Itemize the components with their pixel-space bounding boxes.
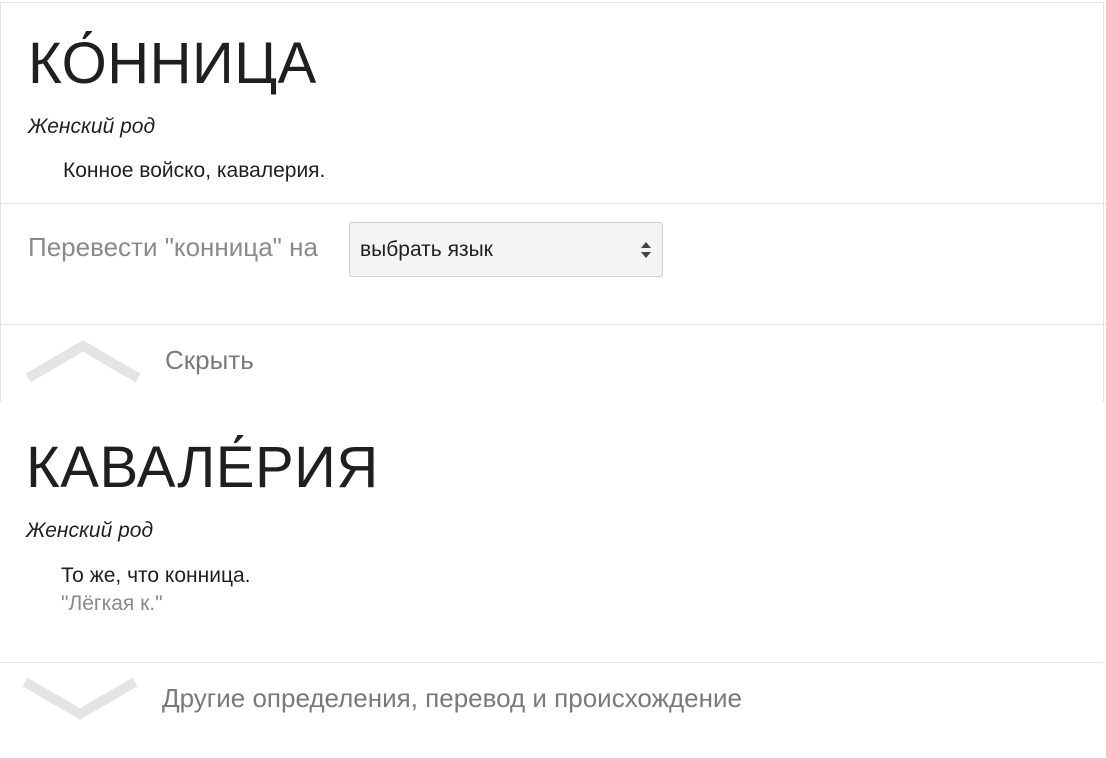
entry-definition-konnitsa: Конное войско, кавалерия.: [63, 159, 326, 182]
hide-toggle[interactable]: Скрыть: [165, 345, 254, 376]
entry-word-kavaleriya: КАВАЛЕ́РИЯ: [26, 435, 379, 500]
chevron-up-icon[interactable]: [26, 340, 140, 384]
select-arrows-icon: [641, 242, 651, 258]
entry-example-kavaleriya: "Лёгкая к.": [61, 592, 163, 615]
entry-gender-kavaleriya: Женский род: [26, 519, 154, 542]
chevron-down-icon[interactable]: [23, 676, 137, 720]
entry-word-konnitsa: КО́ННИЦА: [28, 31, 317, 96]
divider: [0, 662, 1102, 663]
divider: [0, 203, 1106, 204]
more-definitions-toggle[interactable]: Другие определения, перевод и происхожде…: [162, 683, 742, 714]
entry-definition-kavaleriya: То же, что конница.: [61, 564, 251, 587]
divider: [0, 324, 1106, 325]
entry-gender-konnitsa: Женский род: [28, 115, 156, 138]
language-select-value: выбрать язык: [360, 238, 493, 261]
language-select[interactable]: выбрать язык: [349, 222, 663, 277]
translate-label: Перевести "конница" на: [28, 232, 318, 262]
